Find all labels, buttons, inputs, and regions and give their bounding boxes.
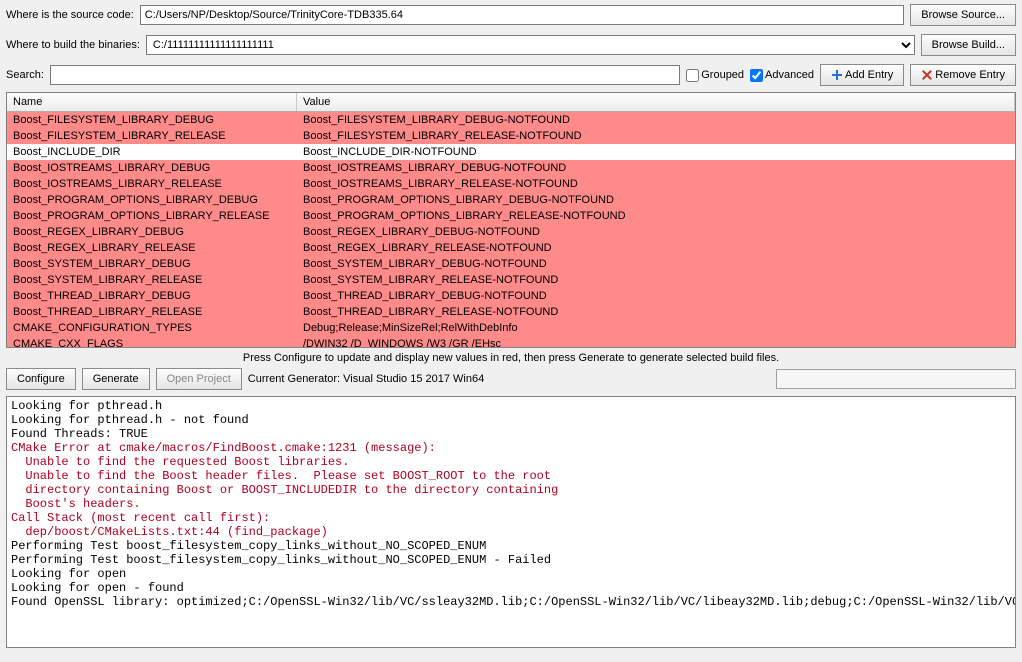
browse-source-button[interactable]: Browse Source... [910, 4, 1016, 26]
console-line: directory containing Boost or BOOST_INCL… [11, 483, 1011, 497]
cache-name: Boost_SYSTEM_LIBRARY_RELEASE [7, 272, 297, 288]
table-row[interactable]: Boost_THREAD_LIBRARY_DEBUGBoost_THREAD_L… [7, 288, 1015, 304]
cache-value[interactable]: Boost_SYSTEM_LIBRARY_DEBUG-NOTFOUND [297, 256, 1015, 272]
table-row[interactable]: Boost_FILESYSTEM_LIBRARY_DEBUGBoost_FILE… [7, 112, 1015, 128]
cache-value[interactable]: Boost_SYSTEM_LIBRARY_RELEASE-NOTFOUND [297, 272, 1015, 288]
col-header-value[interactable]: Value [297, 93, 1015, 111]
console-line: CMake Error at cmake/macros/FindBoost.cm… [11, 441, 1011, 455]
table-row[interactable]: Boost_SYSTEM_LIBRARY_RELEASEBoost_SYSTEM… [7, 272, 1015, 288]
remove-entry-button[interactable]: Remove Entry [910, 64, 1016, 86]
source-label: Where is the source code: [6, 9, 134, 21]
output-console[interactable]: Looking for pthread.hLooking for pthread… [6, 396, 1016, 648]
cache-value[interactable]: Boost_IOSTREAMS_LIBRARY_DEBUG-NOTFOUND [297, 160, 1015, 176]
table-row[interactable]: Boost_IOSTREAMS_LIBRARY_DEBUGBoost_IOSTR… [7, 160, 1015, 176]
browse-build-button[interactable]: Browse Build... [921, 34, 1016, 56]
table-row[interactable]: Boost_THREAD_LIBRARY_RELEASEBoost_THREAD… [7, 304, 1015, 320]
progress-bar [776, 369, 1016, 389]
console-line: Performing Test boost_filesystem_copy_li… [11, 553, 1011, 567]
search-input[interactable] [50, 65, 680, 85]
cache-name: Boost_REGEX_LIBRARY_RELEASE [7, 240, 297, 256]
cache-name: Boost_THREAD_LIBRARY_DEBUG [7, 288, 297, 304]
cache-value[interactable]: /DWIN32 /D_WINDOWS /W3 /GR /EHsc [297, 336, 1015, 347]
advanced-label: Advanced [765, 69, 814, 81]
build-path-select[interactable]: C:/11111111111111111111 [146, 35, 915, 55]
cache-name: CMAKE_CONFIGURATION_TYPES [7, 320, 297, 336]
grouped-label: Grouped [701, 69, 744, 81]
cache-name: Boost_IOSTREAMS_LIBRARY_RELEASE [7, 176, 297, 192]
table-row[interactable]: Boost_PROGRAM_OPTIONS_LIBRARY_DEBUGBoost… [7, 192, 1015, 208]
console-line: Looking for open - found [11, 581, 1011, 595]
table-row[interactable]: Boost_REGEX_LIBRARY_DEBUGBoost_REGEX_LIB… [7, 224, 1015, 240]
cache-value[interactable]: Boost_FILESYSTEM_LIBRARY_DEBUG-NOTFOUND [297, 112, 1015, 128]
build-label: Where to build the binaries: [6, 39, 140, 51]
table-row[interactable]: Boost_INCLUDE_DIRBoost_INCLUDE_DIR-NOTFO… [7, 144, 1015, 160]
remove-entry-label: Remove Entry [935, 69, 1005, 81]
table-row[interactable]: Boost_IOSTREAMS_LIBRARY_RELEASEBoost_IOS… [7, 176, 1015, 192]
table-row[interactable]: Boost_REGEX_LIBRARY_RELEASEBoost_REGEX_L… [7, 240, 1015, 256]
console-line: Call Stack (most recent call first): [11, 511, 1011, 525]
x-icon [921, 69, 933, 81]
cache-value[interactable]: Boost_THREAD_LIBRARY_RELEASE-NOTFOUND [297, 304, 1015, 320]
console-line: Unable to find the Boost header files. P… [11, 469, 1011, 483]
console-line: Looking for open [11, 567, 1011, 581]
cache-name: Boost_SYSTEM_LIBRARY_DEBUG [7, 256, 297, 272]
table-row[interactable]: CMAKE_CXX_FLAGS/DWIN32 /D_WINDOWS /W3 /G… [7, 336, 1015, 347]
table-row[interactable]: Boost_PROGRAM_OPTIONS_LIBRARY_RELEASEBoo… [7, 208, 1015, 224]
cache-value[interactable]: Boost_PROGRAM_OPTIONS_LIBRARY_RELEASE-NO… [297, 208, 1015, 224]
cache-name: Boost_REGEX_LIBRARY_DEBUG [7, 224, 297, 240]
cache-value[interactable]: Boost_FILESYSTEM_LIBRARY_RELEASE-NOTFOUN… [297, 128, 1015, 144]
cache-value[interactable]: Debug;Release;MinSizeRel;RelWithDebInfo [297, 320, 1015, 336]
grouped-checkbox[interactable]: Grouped [686, 69, 744, 82]
cache-name: Boost_INCLUDE_DIR [7, 144, 297, 160]
console-line: Performing Test boost_filesystem_copy_li… [11, 539, 1011, 553]
cache-name: Boost_FILESYSTEM_LIBRARY_RELEASE [7, 128, 297, 144]
cache-value[interactable]: Boost_REGEX_LIBRARY_RELEASE-NOTFOUND [297, 240, 1015, 256]
cache-value[interactable]: Boost_IOSTREAMS_LIBRARY_RELEASE-NOTFOUND [297, 176, 1015, 192]
grouped-checkbox-input[interactable] [686, 69, 699, 82]
configure-button[interactable]: Configure [6, 368, 76, 390]
open-project-button[interactable]: Open Project [156, 368, 242, 390]
plus-icon [831, 69, 843, 81]
console-line: Looking for pthread.h [11, 399, 1011, 413]
add-entry-button[interactable]: Add Entry [820, 64, 904, 86]
cache-value[interactable]: Boost_THREAD_LIBRARY_DEBUG-NOTFOUND [297, 288, 1015, 304]
table-row[interactable]: Boost_SYSTEM_LIBRARY_DEBUGBoost_SYSTEM_L… [7, 256, 1015, 272]
add-entry-label: Add Entry [845, 69, 893, 81]
table-row[interactable]: CMAKE_CONFIGURATION_TYPESDebug;Release;M… [7, 320, 1015, 336]
col-header-name[interactable]: Name [7, 93, 297, 111]
grid-header: Name Value [7, 93, 1015, 112]
table-row[interactable]: Boost_FILESYSTEM_LIBRARY_RELEASEBoost_FI… [7, 128, 1015, 144]
console-line: Unable to find the requested Boost libra… [11, 455, 1011, 469]
cache-name: CMAKE_CXX_FLAGS [7, 336, 297, 347]
cache-value[interactable]: Boost_REGEX_LIBRARY_DEBUG-NOTFOUND [297, 224, 1015, 240]
cache-name: Boost_THREAD_LIBRARY_RELEASE [7, 304, 297, 320]
source-path-input[interactable] [140, 5, 904, 25]
search-label: Search: [6, 69, 44, 81]
console-line: Boost's headers. [11, 497, 1011, 511]
console-line: Looking for pthread.h - not found [11, 413, 1011, 427]
current-generator-label: Current Generator: Visual Studio 15 2017… [248, 373, 484, 385]
cache-name: Boost_PROGRAM_OPTIONS_LIBRARY_RELEASE [7, 208, 297, 224]
cache-name: Boost_FILESYSTEM_LIBRARY_DEBUG [7, 112, 297, 128]
cache-name: Boost_IOSTREAMS_LIBRARY_DEBUG [7, 160, 297, 176]
cache-name: Boost_PROGRAM_OPTIONS_LIBRARY_DEBUG [7, 192, 297, 208]
cache-value[interactable]: Boost_PROGRAM_OPTIONS_LIBRARY_DEBUG-NOTF… [297, 192, 1015, 208]
cache-value[interactable]: Boost_INCLUDE_DIR-NOTFOUND [297, 144, 1015, 160]
cache-grid: Name Value Boost_FILESYSTEM_LIBRARY_DEBU… [6, 92, 1016, 348]
console-line: Found OpenSSL library: optimized;C:/Open… [11, 595, 1011, 609]
advanced-checkbox[interactable]: Advanced [750, 69, 814, 82]
advanced-checkbox-input[interactable] [750, 69, 763, 82]
console-line: Found Threads: TRUE [11, 427, 1011, 441]
grid-body[interactable]: Boost_FILESYSTEM_LIBRARY_DEBUGBoost_FILE… [7, 112, 1015, 347]
generate-button[interactable]: Generate [82, 368, 150, 390]
console-line: dep/boost/CMakeLists.txt:44 (find_packag… [11, 525, 1011, 539]
hint-text: Press Configure to update and display ne… [0, 348, 1022, 366]
